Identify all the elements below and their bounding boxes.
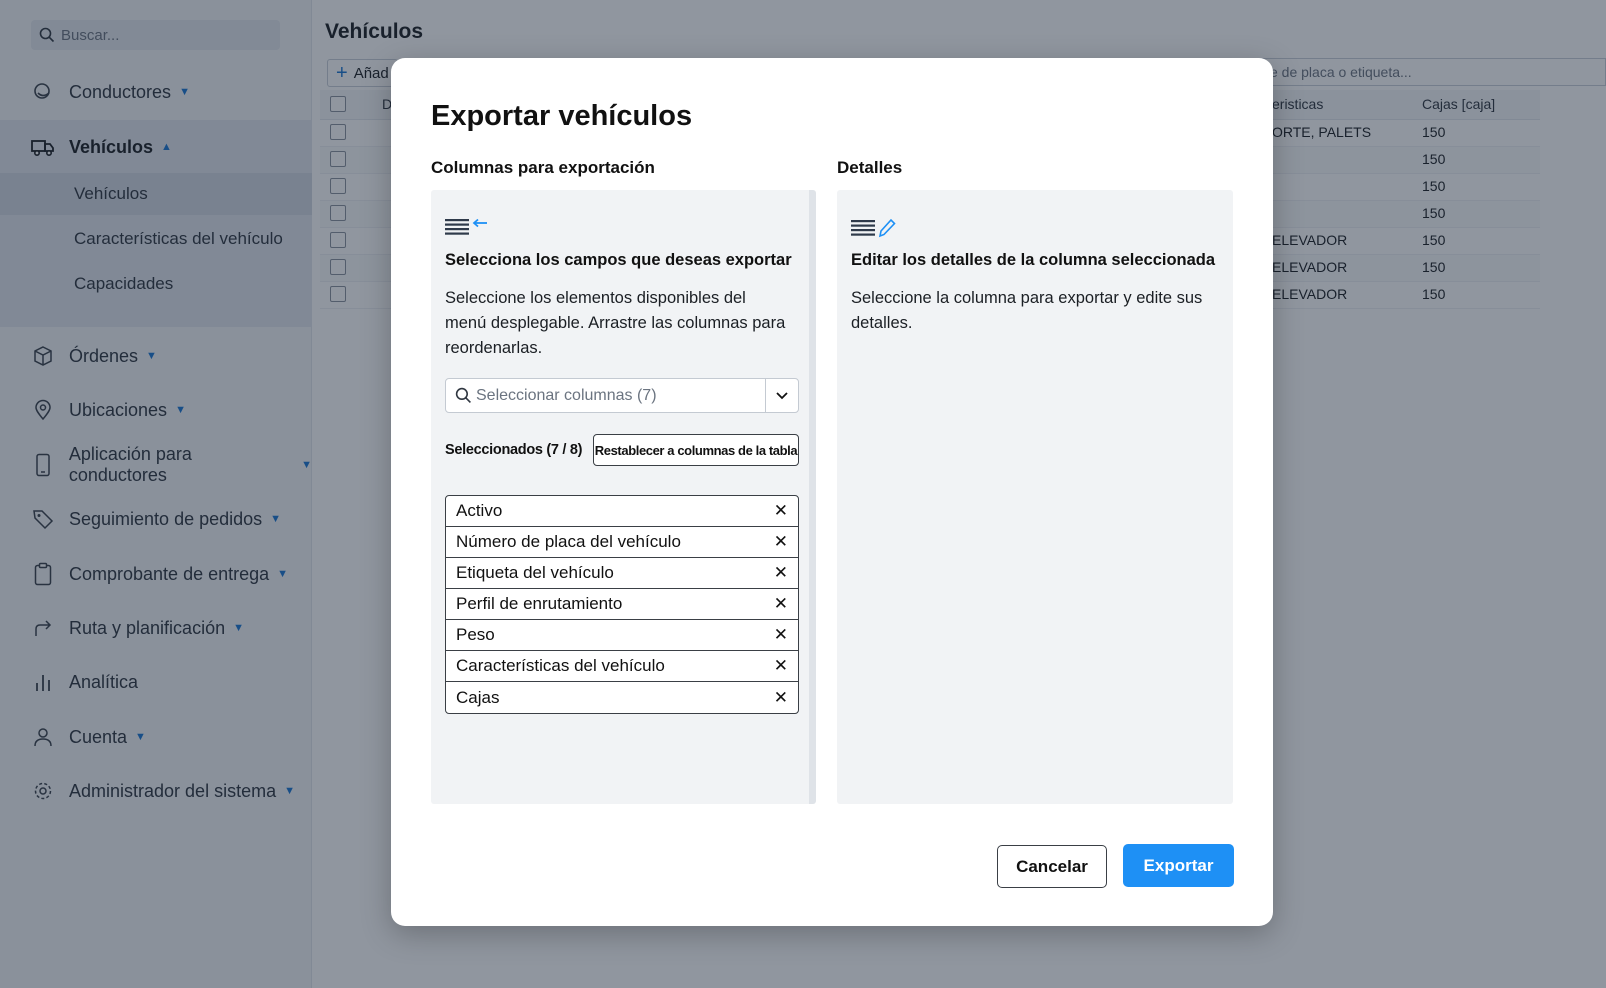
column-select-placeholder: Seleccionar columnas (7) (476, 386, 657, 404)
list-edit-icon (851, 216, 897, 243)
export-vehicles-dialog: Exportar vehículos Columnas para exporta… (391, 58, 1273, 926)
column-label: Etiqueta del vehículo (456, 563, 614, 582)
list-item[interactable]: Perfil de enrutamiento ✕ (446, 589, 798, 620)
selected-count: Seleccionados (7 / 8) (445, 442, 583, 458)
cancel-button[interactable]: Cancelar (997, 845, 1107, 888)
list-item[interactable]: Características del vehículo ✕ (446, 651, 798, 682)
selected-columns-list: Activo ✕ Número de placa del vehículo ✕ Et… (445, 495, 799, 714)
list-arrow-icon (445, 216, 489, 241)
edit-details-description: Seleccione la columna para exportar y ed… (851, 289, 1203, 332)
close-icon[interactable]: ✕ (774, 501, 788, 521)
export-columns-label: Columnas para exportación (431, 158, 655, 177)
column-label: Cajas (456, 687, 500, 707)
column-label: Peso (456, 625, 495, 644)
close-icon[interactable]: ✕ (774, 594, 788, 614)
select-fields-heading: Selecciona los campos que deseas exporta… (445, 251, 792, 269)
edit-details-heading: Editar los detalles de la columna selecc… (851, 251, 1216, 269)
column-label: Características del vehículo (456, 656, 665, 675)
search-icon (455, 387, 472, 404)
details-label: Detalles (837, 158, 903, 177)
export-columns-panel: Selecciona los campos que deseas exporta… (431, 190, 816, 804)
list-item[interactable]: Número de placa del vehículo ✕ (446, 527, 798, 558)
list-item[interactable]: Etiqueta del vehículo ✕ (446, 558, 798, 589)
chevron-down-icon[interactable] (765, 379, 798, 412)
close-icon[interactable]: ✕ (774, 656, 788, 676)
close-icon[interactable]: ✕ (774, 688, 788, 708)
list-item[interactable]: Activo ✕ (446, 496, 798, 527)
column-label: Activo (456, 501, 503, 520)
column-select-dropdown[interactable]: Seleccionar columnas (7) (445, 378, 799, 413)
export-button[interactable]: Exportar (1123, 844, 1234, 887)
dialog-title: Exportar vehículos (431, 100, 693, 132)
column-label: Perfil de enrutamiento (456, 594, 623, 613)
reset-columns-button[interactable]: Restablecer a columnas de la tabla (593, 434, 799, 466)
close-icon[interactable]: ✕ (774, 563, 788, 583)
column-details-panel: Editar los detalles de la columna selecc… (837, 190, 1233, 804)
close-icon[interactable]: ✕ (774, 532, 788, 552)
column-label: Número de placa del vehículo (456, 532, 681, 551)
select-fields-description: Seleccione los elementos disponibles del… (445, 289, 786, 357)
close-icon[interactable]: ✕ (774, 625, 788, 645)
list-item[interactable]: Peso ✕ (446, 620, 798, 651)
list-item[interactable]: Cajas ✕ (446, 682, 798, 713)
